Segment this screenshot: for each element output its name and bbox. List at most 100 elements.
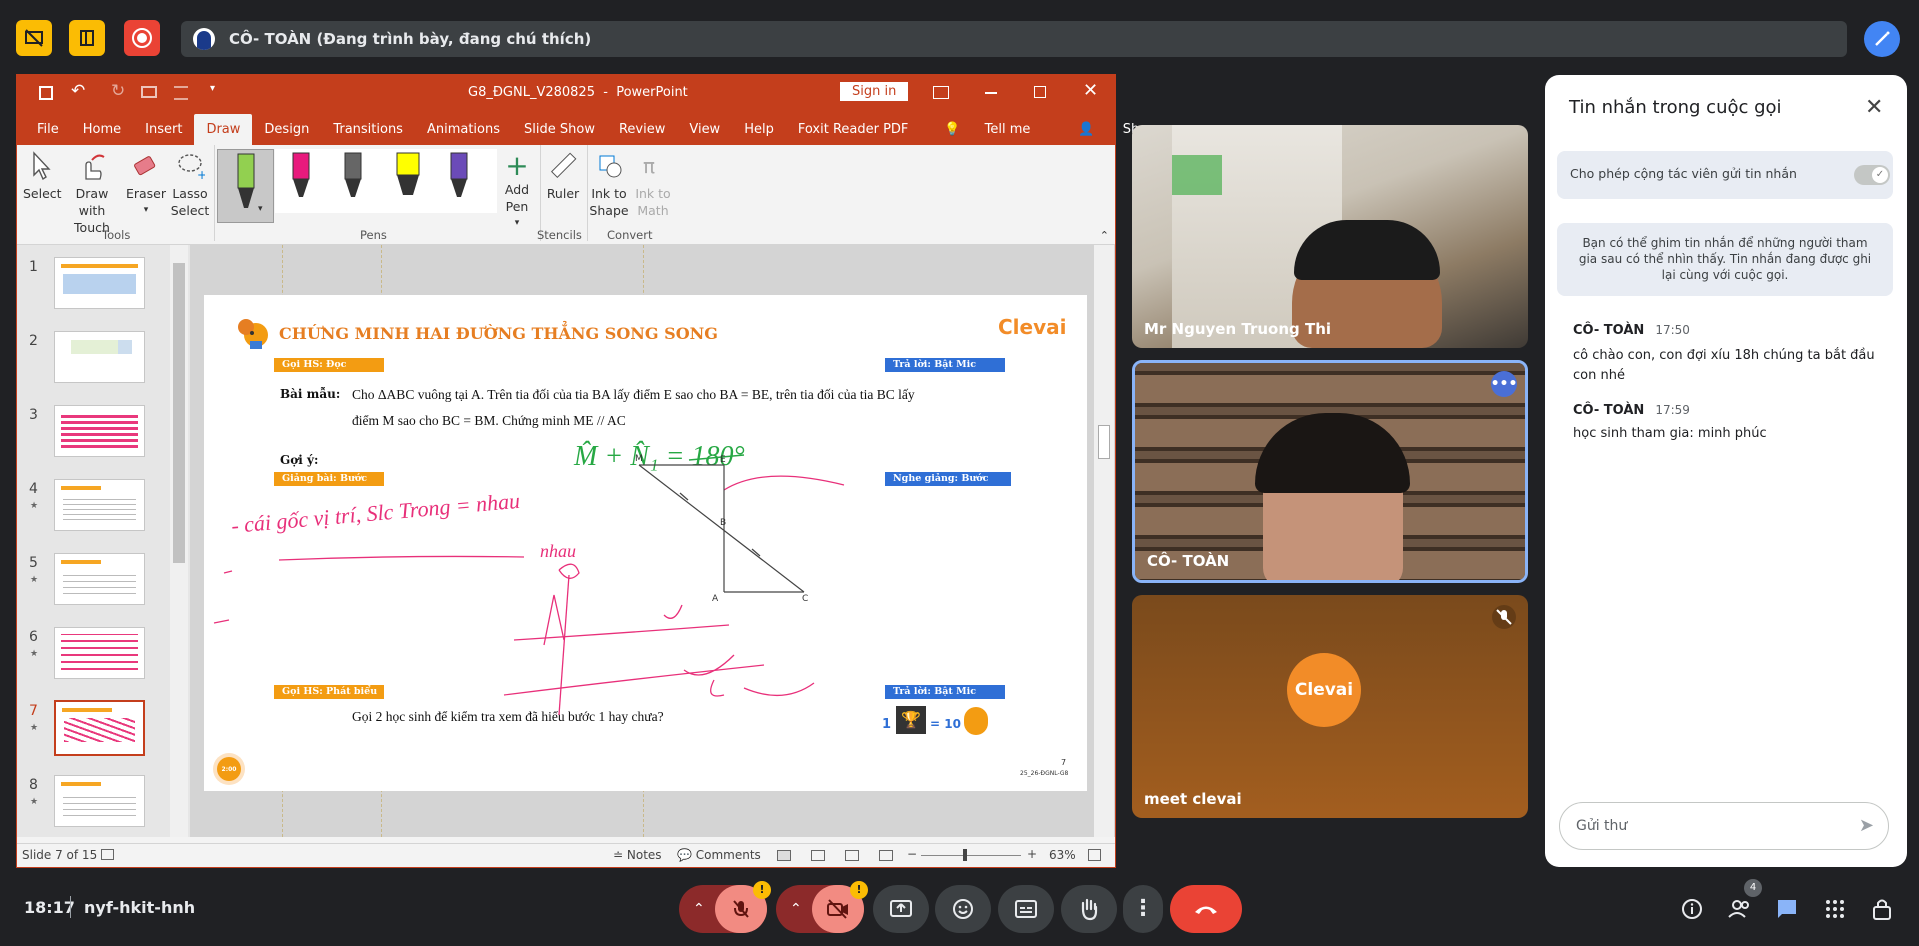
mic-options-chevron-icon[interactable]: ⌃ [693, 901, 705, 917]
magic-pen-icon[interactable] [1864, 21, 1900, 57]
zoom-slider[interactable] [921, 855, 1021, 856]
tab-home[interactable]: Home [71, 122, 133, 145]
tab-review[interactable]: Review [607, 122, 677, 145]
tab-file[interactable]: File [17, 122, 71, 145]
tell-me-search[interactable]: 💡 Tell me [920, 122, 1054, 145]
send-icon[interactable]: ➤ [1859, 815, 1874, 836]
tab-slide-show[interactable]: Slide Show [512, 122, 607, 145]
slide-thumbnail-active[interactable] [54, 700, 145, 756]
ink-shape-icon [599, 155, 622, 178]
camera-control[interactable]: ⌃ ! [776, 881, 868, 933]
draw-with-touch-tool[interactable]: Draw with Touch [61, 151, 123, 236]
galaxy-pen-icon[interactable] [447, 151, 471, 211]
select-tool[interactable]: Select [23, 151, 62, 202]
zoom-in-icon[interactable]: + [1027, 847, 1037, 861]
eraser-dropdown-icon[interactable]: ▾ [125, 202, 167, 219]
slide-thumbnail[interactable] [54, 331, 145, 383]
sign-in-button[interactable]: Sign in [840, 82, 909, 101]
slide-number: 8 [29, 777, 38, 793]
reading-view-icon[interactable] [845, 850, 859, 861]
present-screen-button[interactable] [873, 885, 929, 933]
participant-tile-active[interactable]: ••• CÔ- TOÀN [1132, 360, 1528, 583]
minimize-icon[interactable] [985, 92, 997, 94]
slide-thumbnail[interactable] [54, 775, 145, 827]
permission-toggle[interactable]: ✓ [1854, 165, 1890, 185]
participant-tile[interactable]: Mr Nguyen Truong Thi [1132, 125, 1528, 348]
tab-design[interactable]: Design [252, 122, 321, 145]
tab-draw[interactable]: Draw [194, 114, 253, 145]
slide-sorter-icon[interactable] [811, 850, 825, 861]
pen-green-selected[interactable]: ▾ [217, 149, 274, 223]
eraser-tool[interactable]: Eraser ▾ [125, 151, 167, 219]
permission-row: Cho phép cộng tác viên gửi tin nhắn ✓ [1557, 151, 1893, 199]
present-icon[interactable] [141, 86, 157, 98]
more-options-button[interactable]: ⋮ [1123, 885, 1163, 933]
customize-icon[interactable]: ▾ [210, 83, 215, 94]
people-icon[interactable]: 4 [1724, 879, 1762, 925]
collapse-ribbon-icon[interactable]: ⌃ [1100, 229, 1109, 242]
add-pen-dropdown-icon[interactable]: ▾ [499, 215, 535, 232]
slide-thumbnail[interactable] [54, 405, 145, 457]
lasso-select-tool[interactable]: + Lasso Select [169, 151, 211, 219]
tab-transitions[interactable]: Transitions [321, 122, 415, 145]
pink-pen-icon[interactable] [289, 151, 313, 211]
slide-thumbnail[interactable] [54, 627, 145, 679]
point-label-m: M [635, 454, 643, 464]
host-controls-icon[interactable] [1866, 893, 1898, 925]
leave-call-button[interactable] [1170, 885, 1242, 933]
chat-icon[interactable] [1771, 893, 1803, 925]
zoom-thumb[interactable] [963, 849, 967, 861]
meeting-info-icon[interactable] [1676, 893, 1708, 925]
raise-hand-button[interactable] [1061, 885, 1117, 933]
notes-button[interactable]: ≐ Notes [613, 848, 662, 862]
chat-input[interactable]: Gửi thư ➤ [1559, 802, 1889, 850]
slide-thumbnail[interactable] [54, 257, 145, 309]
zoom-out-icon[interactable]: − [907, 847, 917, 861]
tab-animations[interactable]: Animations [415, 122, 512, 145]
slide-scrollbar[interactable] [1094, 245, 1114, 837]
maximize-icon[interactable] [1034, 86, 1046, 98]
add-pen-button[interactable]: + Add Pen ▾ [499, 151, 535, 232]
pen-dropdown-icon[interactable]: ▾ [258, 204, 263, 214]
slide-thumbnail[interactable] [54, 553, 145, 605]
close-chat-icon[interactable]: ✕ [1865, 95, 1883, 120]
yellow-highlighter-icon[interactable] [393, 151, 423, 211]
ruler-icon [550, 152, 577, 179]
tab-view[interactable]: View [677, 122, 732, 145]
fit-slide-icon[interactable] [1088, 849, 1101, 861]
comments-button[interactable]: 💬 Comments [677, 848, 761, 862]
record-icon[interactable] [124, 20, 160, 56]
presentation-off-icon[interactable] [16, 20, 52, 56]
tab-help[interactable]: Help [732, 122, 786, 145]
reactions-button[interactable] [935, 885, 991, 933]
redo-icon[interactable]: ↻ [111, 81, 125, 101]
ribbon-display-icon[interactable] [933, 86, 949, 99]
ink-to-shape-button[interactable]: Ink to Shape [589, 151, 631, 219]
participants-count-badge: 4 [1744, 879, 1762, 897]
message-time: 17:50 [1655, 323, 1690, 337]
ruler-button[interactable]: Ruler [543, 151, 583, 202]
more-options-icon[interactable]: ••• [1491, 371, 1517, 397]
camera-options-chevron-icon[interactable]: ⌃ [790, 901, 802, 917]
save-icon[interactable] [39, 86, 53, 100]
slide-canvas[interactable]: CHỨNG MINH HAI ĐƯỜNG THẲNG SONG SONG Cle… [204, 295, 1087, 791]
thumbnail-scrollbar[interactable] [170, 245, 188, 837]
whiteboard-icon[interactable] [69, 20, 105, 56]
normal-view-icon[interactable] [777, 850, 791, 861]
slideshow-icon[interactable] [879, 850, 893, 861]
tab-insert[interactable]: Insert [133, 122, 194, 145]
permission-label: Cho phép cộng tác viên gửi tin nhắn [1570, 166, 1797, 181]
format-icon[interactable] [174, 86, 188, 100]
mic-control[interactable]: ⌃ ! [679, 881, 771, 933]
activities-icon[interactable] [1819, 893, 1851, 925]
ink-to-math-button[interactable]: π Ink to Math [633, 151, 675, 219]
zoom-level[interactable]: 63% [1049, 848, 1076, 862]
captions-button[interactable] [998, 885, 1054, 933]
gray-pen-icon[interactable] [341, 151, 365, 211]
accessibility-icon[interactable] [101, 849, 114, 860]
undo-icon[interactable]: ↶ [71, 81, 85, 101]
participant-tile[interactable]: Clevai meet clevai [1132, 595, 1528, 818]
close-icon[interactable]: ✕ [1083, 80, 1098, 101]
tab-foxit[interactable]: Foxit Reader PDF [786, 122, 921, 145]
slide-thumbnail[interactable] [54, 479, 145, 531]
